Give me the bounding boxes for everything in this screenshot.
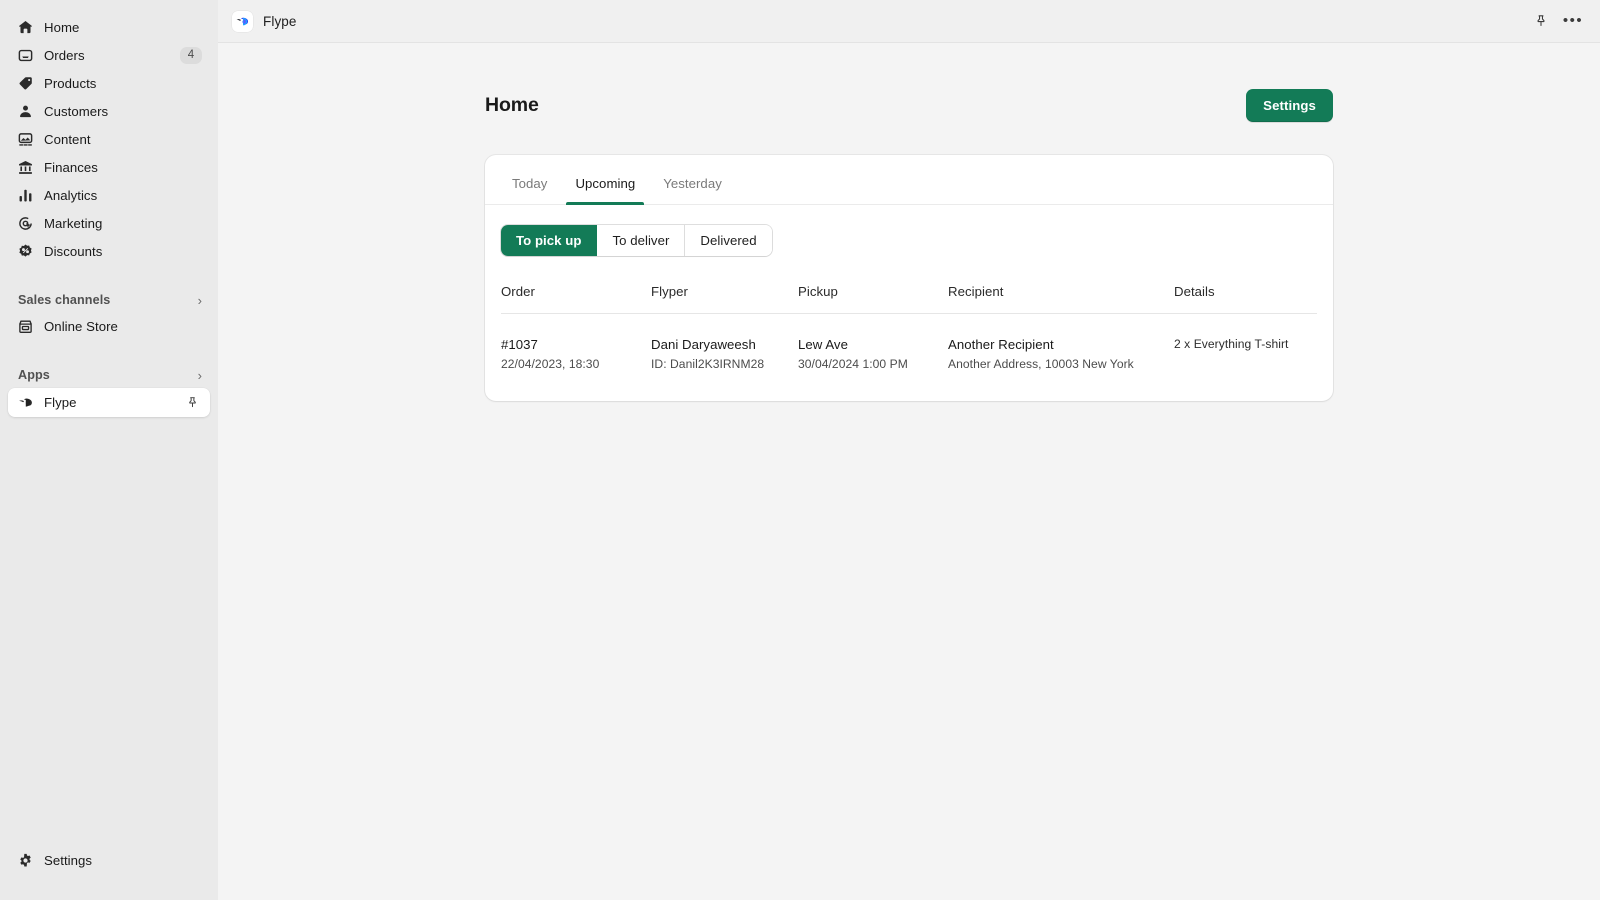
pin-icon[interactable]: [182, 393, 202, 413]
gear-icon: [16, 852, 34, 870]
app-root: Home Orders 4 Products Customers: [0, 0, 1600, 900]
chevron-right-icon: ›: [198, 294, 202, 307]
page-title: Home: [485, 94, 539, 117]
cell-details: 2 x Everything T-shirt: [1174, 314, 1317, 374]
column-header-details: Details: [1174, 284, 1317, 314]
chevron-right-icon: ›: [198, 369, 202, 382]
sidebar-item-label: Settings: [44, 853, 92, 868]
page-header: Home Settings: [485, 87, 1333, 123]
sidebar-item-label: Content: [44, 132, 91, 147]
topbar-app-title: Flype: [263, 14, 297, 29]
flyper-id: ID: Danil2K3IRNM28: [651, 356, 798, 373]
settings-button[interactable]: Settings: [1246, 89, 1333, 122]
sidebar-item-label: Orders: [44, 48, 85, 63]
cell-order: #1037 22/04/2023, 18:30: [501, 314, 651, 374]
sidebar: Home Orders 4 Products Customers: [0, 0, 218, 900]
sidebar-item-label: Discounts: [44, 244, 102, 259]
sidebar-item-label: Flype: [44, 395, 77, 410]
home-icon: [16, 19, 34, 37]
table-header-row: Order Flyper Pickup Recipient Details: [501, 284, 1317, 314]
tab-today[interactable]: Today: [499, 176, 560, 204]
cell-flyper: Dani Daryaweesh ID: Danil2K3IRNM28: [651, 314, 798, 374]
recipient-address: Another Address, 10003 New York: [948, 356, 1174, 373]
ellipsis-icon[interactable]: •••: [1560, 8, 1586, 34]
pickup-time: 30/04/2024 1:00 PM: [798, 356, 948, 373]
bank-icon: [16, 159, 34, 177]
main-area: Flype ••• Home Settings Today: [218, 0, 1600, 900]
content-container: Home Settings Today Upcoming Yesterday T…: [485, 43, 1333, 401]
order-details: 2 x Everything T-shirt: [1174, 336, 1317, 353]
image-content-icon: [16, 131, 34, 149]
sidebar-item-online-store[interactable]: Online Store: [8, 313, 210, 340]
sidebar-item-products[interactable]: Products: [8, 70, 210, 97]
sidebar-item-customers[interactable]: Customers: [8, 98, 210, 125]
app-topbar: Flype •••: [218, 0, 1600, 43]
table-row[interactable]: #1037 22/04/2023, 18:30 Dani Daryaweesh …: [501, 314, 1317, 374]
sidebar-item-content[interactable]: Content: [8, 126, 210, 153]
topbar-app-identity: Flype: [232, 11, 297, 32]
sidebar-item-label: Finances: [44, 160, 98, 175]
discount-badge-icon: [16, 243, 34, 261]
sidebar-item-label: Marketing: [44, 216, 102, 231]
segment-to-deliver[interactable]: To deliver: [597, 225, 685, 256]
sidebar-primary-nav: Home Orders 4 Products Customers: [0, 14, 218, 265]
segment-to-pick-up[interactable]: To pick up: [501, 225, 597, 256]
sidebar-item-flype[interactable]: Flype: [8, 388, 210, 417]
orders-card: Today Upcoming Yesterday To pick up To d…: [485, 155, 1333, 401]
pickup-place: Lew Ave: [798, 336, 948, 354]
card-body: To pick up To deliver Delivered Order Fl…: [485, 205, 1333, 401]
column-header-recipient: Recipient: [948, 284, 1174, 314]
content-scroll-area: Home Settings Today Upcoming Yesterday T…: [218, 43, 1600, 900]
tab-yesterday[interactable]: Yesterday: [650, 176, 735, 204]
orders-table: Order Flyper Pickup Recipient Details: [501, 284, 1317, 373]
orders-table-head: Order Flyper Pickup Recipient Details: [501, 284, 1317, 314]
flyper-name: Dani Daryaweesh: [651, 336, 798, 354]
sidebar-item-label: Products: [44, 76, 96, 91]
sidebar-apps-list: Flype: [0, 388, 218, 417]
target-cursor-icon: [16, 215, 34, 233]
sidebar-footer: Settings: [0, 847, 218, 900]
orders-table-body: #1037 22/04/2023, 18:30 Dani Daryaweesh …: [501, 314, 1317, 374]
recipient-name: Another Recipient: [948, 336, 1174, 354]
sidebar-item-marketing[interactable]: Marketing: [8, 210, 210, 237]
cell-pickup: Lew Ave 30/04/2024 1:00 PM: [798, 314, 948, 374]
pin-icon[interactable]: [1528, 8, 1554, 34]
sidebar-item-label: Customers: [44, 104, 108, 119]
sidebar-item-settings[interactable]: Settings: [8, 847, 210, 874]
column-header-flyper: Flyper: [651, 284, 798, 314]
sidebar-item-orders[interactable]: Orders 4: [8, 42, 210, 69]
price-tag-icon: [16, 75, 34, 93]
status-filter-segmented-control: To pick up To deliver Delivered: [501, 225, 772, 256]
sidebar-item-finances[interactable]: Finances: [8, 154, 210, 181]
sidebar-section-sales-channels[interactable]: Sales channels ›: [0, 287, 218, 313]
column-header-order: Order: [501, 284, 651, 314]
cell-recipient: Another Recipient Another Address, 10003…: [948, 314, 1174, 374]
section-title: Sales channels: [18, 293, 110, 307]
sidebar-item-analytics[interactable]: Analytics: [8, 182, 210, 209]
orders-inbox-icon: [16, 47, 34, 65]
sidebar-item-home[interactable]: Home: [8, 14, 210, 41]
order-id: #1037: [501, 336, 651, 354]
segment-delivered[interactable]: Delivered: [685, 225, 771, 256]
person-icon: [16, 103, 34, 121]
sidebar-section-apps[interactable]: Apps ›: [0, 362, 218, 388]
ellipsis-glyph: •••: [1563, 16, 1583, 26]
sidebar-item-label: Online Store: [44, 319, 118, 334]
flype-app-icon: [16, 394, 34, 412]
orders-count-badge: 4: [180, 47, 202, 64]
column-header-pickup: Pickup: [798, 284, 948, 314]
section-title: Apps: [18, 368, 50, 382]
sidebar-sales-channels-list: Online Store: [0, 313, 218, 340]
storefront-icon: [16, 318, 34, 336]
tab-bar: Today Upcoming Yesterday: [485, 155, 1333, 205]
sidebar-item-label: Analytics: [44, 188, 97, 203]
topbar-actions: •••: [1528, 8, 1586, 34]
order-date: 22/04/2023, 18:30: [501, 356, 651, 373]
flype-logo-icon: [232, 11, 253, 32]
sidebar-item-discounts[interactable]: Discounts: [8, 238, 210, 265]
bar-chart-icon: [16, 187, 34, 205]
sidebar-item-label: Home: [44, 20, 79, 35]
tab-upcoming[interactable]: Upcoming: [562, 176, 648, 204]
